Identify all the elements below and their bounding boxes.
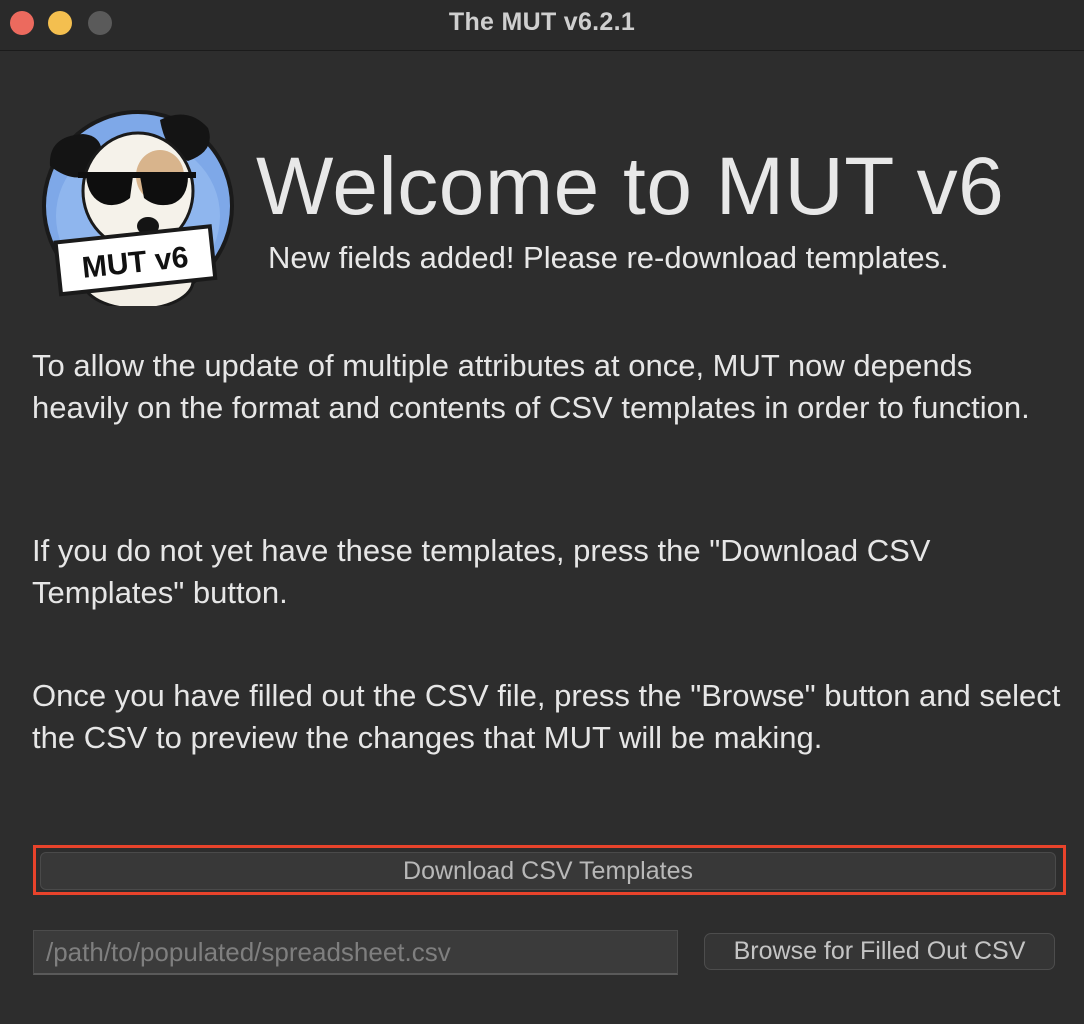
mut-dog-logo: MUT v6 bbox=[42, 110, 234, 306]
app-window: The MUT v6.2.1 MUT v6 Welcome to MUT v6 … bbox=[0, 0, 1084, 1024]
browse-csv-button[interactable]: Browse for Filled Out CSV bbox=[704, 933, 1055, 970]
browse-instructions-paragraph: Once you have filled out the CSV file, p… bbox=[32, 678, 1061, 755]
csv-path-input[interactable] bbox=[33, 930, 678, 975]
page-subtitle: New fields added! Please re-download tem… bbox=[268, 240, 949, 275]
download-instructions-paragraph: If you do not yet have these templates, … bbox=[32, 533, 931, 610]
page-title: Welcome to MUT v6 bbox=[256, 141, 1005, 232]
title-bar: The MUT v6.2.1 bbox=[0, 0, 1084, 51]
window-title: The MUT v6.2.1 bbox=[448, 8, 636, 36]
download-csv-templates-button[interactable]: Download CSV Templates bbox=[40, 852, 1056, 890]
intro-paragraph: To allow the update of multiple attribut… bbox=[32, 348, 1030, 425]
